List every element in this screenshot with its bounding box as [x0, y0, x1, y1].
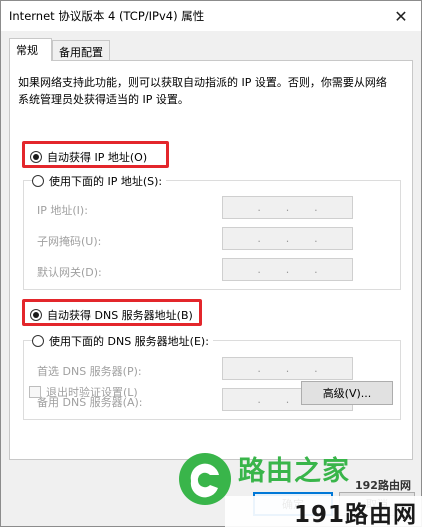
default-gateway-input[interactable]: ... — [222, 258, 353, 281]
radio-auto-ip[interactable]: 自动获得 IP 地址(O) — [30, 149, 147, 165]
radio-icon — [32, 175, 44, 187]
preferred-dns-input[interactable]: ... — [222, 357, 353, 380]
subnet-mask-label: 子网掩码(U): — [37, 235, 102, 248]
description-text: 如果网络支持此功能，则可以获取自动指派的 IP 设置。否则，你需要从网络系统管理… — [18, 76, 387, 106]
validate-on-exit-checkbox[interactable]: 退出时验证设置(L) — [29, 384, 138, 400]
radio-manual-ip[interactable]: 使用下面的 IP 地址(S): — [32, 173, 167, 189]
watermark-small: 192路由网 — [355, 479, 411, 492]
preferred-dns-label: 首选 DNS 服务器(P): — [37, 365, 142, 378]
radio-icon-checked — [30, 151, 42, 163]
close-button[interactable]: ✕ — [381, 1, 421, 31]
radio-manual-ip-label: 使用下面的 IP 地址(S): — [49, 175, 163, 188]
tab-alternate-config[interactable]: 备用配置 — [52, 40, 110, 60]
radio-auto-dns-label: 自动获得 DNS 服务器地址(B) — [47, 309, 193, 322]
watermark-brand: 路由之家 — [238, 456, 350, 487]
checkbox-box — [29, 386, 41, 398]
advanced-button[interactable]: 高级(V)... — [301, 381, 393, 405]
default-gateway-label: 默认网关(D): — [37, 266, 102, 279]
close-icon: ✕ — [394, 6, 408, 26]
ip-address-label: IP 地址(I): — [37, 204, 88, 217]
window-title: Internet 协议版本 4 (TCP/IPv4) 属性 — [9, 9, 205, 23]
title-bar: Internet 协议版本 4 (TCP/IPv4) 属性 ✕ — [1, 1, 421, 31]
radio-icon — [32, 335, 44, 347]
ipv4-properties-dialog: Internet 协议版本 4 (TCP/IPv4) 属性 ✕ 常规 备用配置 … — [0, 0, 422, 527]
radio-auto-ip-label: 自动获得 IP 地址(O) — [47, 151, 148, 164]
watermark-bottom: 191路由网 — [225, 496, 422, 527]
radio-icon-checked — [30, 309, 42, 321]
subnet-mask-input[interactable]: ... — [222, 227, 353, 250]
radio-auto-dns[interactable]: 自动获得 DNS 服务器地址(B) — [30, 307, 193, 323]
ip-address-input[interactable]: ... — [222, 196, 353, 219]
radio-manual-dns[interactable]: 使用下面的 DNS 服务器地址(E): — [32, 333, 213, 349]
radio-manual-dns-label: 使用下面的 DNS 服务器地址(E): — [49, 335, 209, 348]
validate-on-exit-label: 退出时验证设置(L) — [46, 386, 138, 399]
tab-general[interactable]: 常规 — [9, 38, 52, 61]
